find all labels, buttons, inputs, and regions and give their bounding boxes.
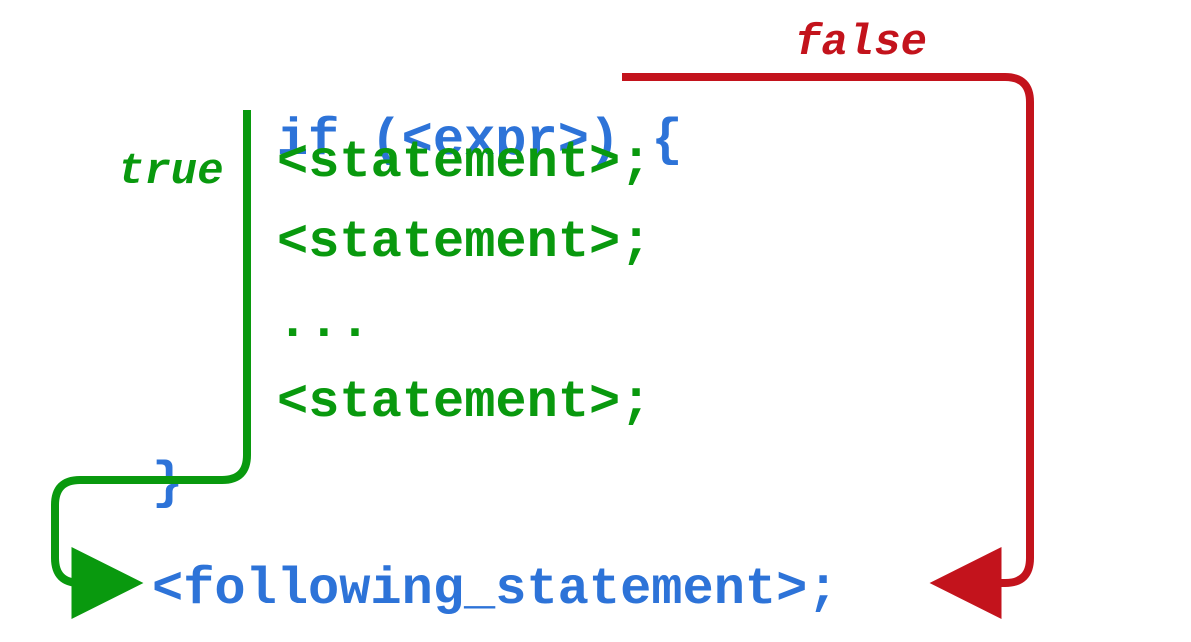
true-arrow-path [55,110,247,583]
if-statement-diagram: if (<expr>) { <statement>; <statement>; … [0,0,1191,642]
false-arrow-path [622,77,1030,583]
flow-arrows [0,0,1191,642]
